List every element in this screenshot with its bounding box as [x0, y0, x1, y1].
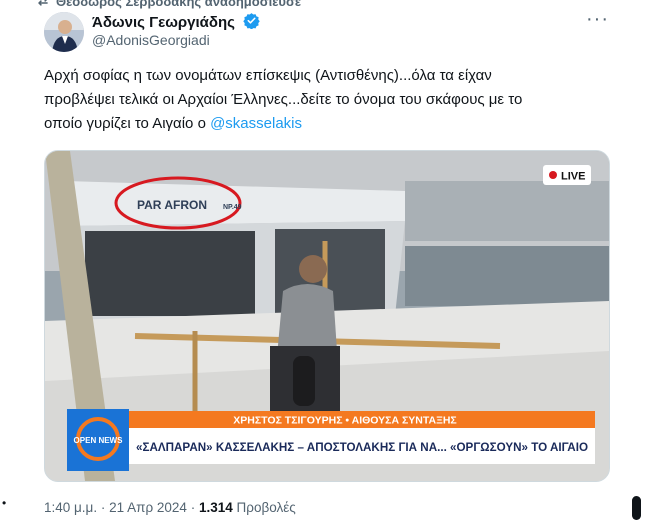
- boat-suffix-text: NP.49: [223, 204, 242, 211]
- retweet-text: Θεόδωρος Σερβόδάκης αναδημοσίευσε: [56, 0, 302, 9]
- tweet-meta: 1:40 μ.μ. · 21 Απρ 2024 · 1.314 Προβολές: [44, 500, 296, 515]
- tweet-line-2: προβλέψει τελικά οι Αρχαίοι Έλληνες...δε…: [44, 91, 523, 108]
- reporter-bar: ΧΡΗΣΤΟΣ ΤΣΙΓΟΥΡΗΣ • ΑΙΘΟΥΣΑ ΣΥΝΤΑΞΗΣ: [233, 415, 456, 427]
- author-name-text: Άδωνις Γεωργιάδης: [92, 14, 235, 31]
- views-label: Προβολές: [236, 500, 296, 515]
- tweet-time[interactable]: 1:40 μ.μ.: [44, 500, 97, 515]
- mention-link[interactable]: @skasselakis: [210, 115, 302, 132]
- avatar[interactable]: [44, 12, 84, 52]
- tweet-line-1: Αρχή σοφίας η των ονομάτων επίσκεψις (Αν…: [44, 67, 492, 84]
- video-frame: PAR AFRON NP.49 LIVE OPEN NEWS ΧΡΗΣΤΟΣ Τ…: [45, 151, 609, 481]
- retweet-icon: ⇄: [38, 0, 49, 8]
- author-name[interactable]: Άδωνις Γεωργιάδης: [92, 12, 260, 31]
- live-dot-icon: [549, 171, 557, 179]
- timeline-dot: •: [2, 496, 7, 510]
- tweet-line-3: οποίο γυρίζει το Αιγαίο ο @skasselakis: [44, 112, 604, 136]
- tweet-line-3-text: οποίο γυρίζει το Αιγαίο ο: [44, 115, 211, 132]
- author-handle[interactable]: @AdonisGeorgiadi: [92, 32, 210, 48]
- tweet-text: Αρχή σοφίας η των ονομάτων επίσκεψις (Αν…: [44, 64, 604, 136]
- tweet-video[interactable]: PAR AFRON NP.49 LIVE OPEN NEWS ΧΡΗΣΤΟΣ Τ…: [44, 150, 610, 482]
- verified-badge-icon: [243, 13, 260, 29]
- avatar-image: [44, 12, 84, 52]
- retweet-line[interactable]: ⇄ Θεόδωρος Σερβόδάκης αναδημοσίευσε: [38, 0, 302, 9]
- more-options-icon[interactable]: ···: [586, 8, 609, 31]
- headline: «ΣΑΛΠΑΡΑΝ» ΚΑΣΣΕΛΑΚΗΣ – ΑΠΟΣΤΟΛΑΚΗΣ ΓΙΑ …: [136, 440, 588, 454]
- tweet-date[interactable]: 21 Απρ 2024: [109, 500, 187, 515]
- live-label: LIVE: [561, 171, 585, 183]
- meta-separator-2: ·: [190, 500, 196, 515]
- meta-separator: ·: [100, 500, 106, 515]
- boat-name-text: PAR AFRON: [137, 198, 207, 212]
- channel-logo: OPEN NEWS: [74, 436, 124, 445]
- views-count: 1.314: [198, 500, 233, 515]
- scrollbar-thumb[interactable]: [632, 496, 641, 520]
